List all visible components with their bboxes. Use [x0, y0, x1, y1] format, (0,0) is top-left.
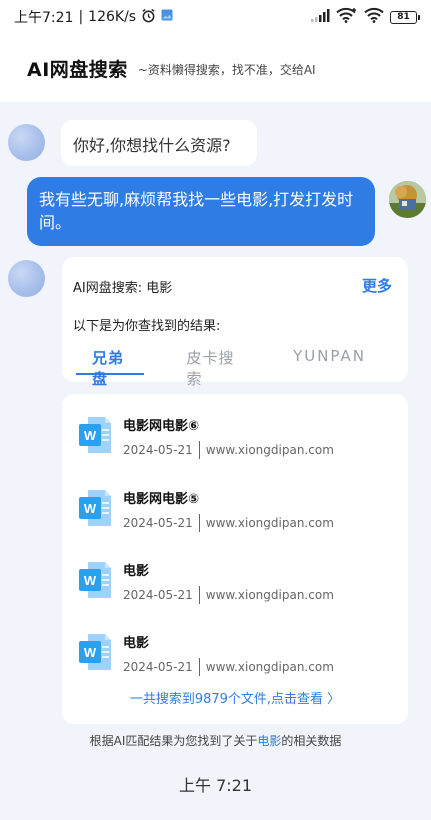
result-item[interactable]: W 电影网电影⑥ 2024-05-21 www.xiongdipan.com — [62, 405, 408, 467]
meta-divider — [198, 658, 200, 676]
tab-yunpan[interactable]: YUNPAN — [277, 345, 382, 375]
wifi-plus-icon — [336, 7, 358, 27]
status-time: 上午7:21 — [14, 10, 74, 26]
network-speed: 126K/s — [88, 9, 137, 25]
status-right: 81 — [310, 7, 420, 27]
wifi-icon — [364, 7, 384, 27]
status-left: 上午7:21 | 126K/s — [14, 7, 173, 27]
svg-text:W: W — [84, 645, 97, 660]
bot-avatar-result — [8, 260, 45, 297]
footnote-prefix: 根据AI匹配结果为您找到了关于 — [89, 734, 258, 748]
meta-divider — [198, 441, 200, 459]
result-date: 2024-05-21 — [123, 588, 193, 602]
result-name: 电影网电影⑥ — [123, 419, 200, 434]
result-source: www.xiongdipan.com — [205, 588, 334, 602]
source-tabs: 兄弟盘 皮卡搜索 YUNPAN — [76, 345, 408, 388]
user-request-text: 我有些无聊,麻烦帮我找一些电影,打发打发时间。 — [39, 190, 354, 232]
result-item[interactable]: W 电影 2024-05-21 www.xiongdipan.com — [62, 550, 408, 612]
greeting-text: 你好,你想找什么资源? — [73, 136, 231, 155]
status-bar: 上午7:21 | 126K/s 81 — [0, 0, 431, 34]
result-meta: 2024-05-21 www.xiongdipan.com — [123, 658, 334, 676]
gallery-icon — [161, 9, 173, 25]
result-name: 电影网电影⑤ — [123, 492, 200, 507]
app-header: AI网盘搜索 ~资料懒得搜索，找不准，交给AI — [0, 34, 431, 102]
alarm-icon — [141, 8, 156, 27]
user-message-bubble: 我有些无聊,麻烦帮我找一些电影,打发打发时间。 — [27, 177, 375, 246]
svg-text:W: W — [84, 501, 97, 516]
result-card-subtitle: 以下是为你查找到的结果: — [73, 319, 221, 334]
footnote: 根据AI匹配结果为您找到了关于电影的相关数据 — [0, 732, 431, 749]
results-list: W 电影网电影⑥ 2024-05-21 www.xiongdipan.com W… — [62, 394, 408, 724]
result-item[interactable]: W 电影网电影⑤ 2024-05-21 www.xiongdipan.com — [62, 478, 408, 540]
result-source: www.xiongdipan.com — [205, 516, 334, 530]
result-meta: 2024-05-21 www.xiongdipan.com — [123, 441, 334, 459]
result-card-title: AI网盘搜索: 电影 — [73, 281, 173, 296]
view-all-results-link[interactable]: 一共搜索到9879个文件,点击查看 〉 — [62, 688, 408, 707]
result-name: 电影 — [123, 636, 150, 651]
result-name: 电影 — [123, 564, 150, 579]
word-doc-icon: W — [78, 415, 112, 455]
result-meta: 2024-05-21 www.xiongdipan.com — [123, 586, 334, 604]
footnote-suffix: 的相关数据 — [281, 734, 342, 748]
meta-divider — [198, 514, 200, 532]
result-source: www.xiongdipan.com — [205, 660, 334, 674]
tab-pika-search[interactable]: 皮卡搜索 — [170, 345, 251, 388]
svg-text:W: W — [84, 428, 97, 443]
result-item[interactable]: W 电影 2024-05-21 www.xiongdipan.com — [62, 622, 408, 684]
word-doc-icon: W — [78, 488, 112, 528]
user-avatar[interactable] — [389, 181, 426, 218]
result-meta: 2024-05-21 www.xiongdipan.com — [123, 514, 334, 532]
result-date: 2024-05-21 — [123, 443, 193, 457]
status-divider: | — [78, 9, 84, 25]
bot-avatar — [8, 124, 45, 161]
app-title: AI网盘搜索 — [27, 58, 128, 81]
bot-greeting-bubble: 你好,你想找什么资源? — [61, 120, 257, 166]
result-date: 2024-05-21 — [123, 660, 193, 674]
app-subtitle: ~资料懒得搜索，找不准，交给AI — [137, 63, 316, 77]
word-doc-icon: W — [78, 560, 112, 600]
word-doc-icon: W — [78, 632, 112, 672]
result-source: www.xiongdipan.com — [205, 443, 334, 457]
result-date: 2024-05-21 — [123, 516, 193, 530]
result-card-header: AI网盘搜索: 电影 更多 以下是为你查找到的结果: 兄弟盘 皮卡搜索 YUNP… — [62, 257, 408, 388]
signal-icon — [310, 8, 330, 26]
meta-divider — [198, 586, 200, 604]
message-timestamp: 上午 7:21 — [178, 776, 253, 795]
more-link[interactable]: 更多 — [362, 275, 392, 296]
tab-xiongdipan[interactable]: 兄弟盘 — [76, 345, 145, 388]
svg-text:W: W — [84, 573, 97, 588]
battery-icon: 81 — [390, 10, 420, 24]
footnote-keyword: 电影 — [257, 734, 282, 748]
